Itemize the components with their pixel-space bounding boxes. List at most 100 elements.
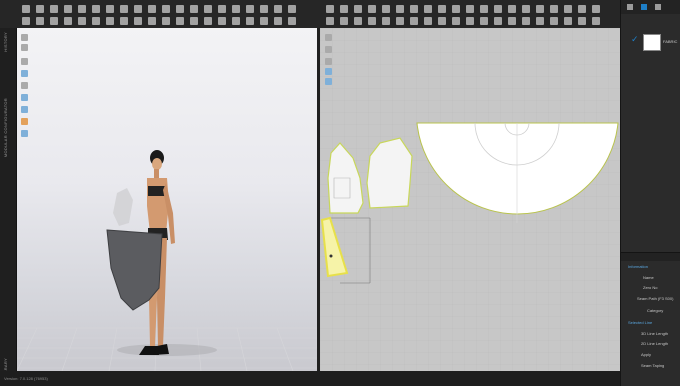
toolbar-tool-5-icon[interactable] xyxy=(78,5,86,13)
toolbar-tool-24-icon[interactable] xyxy=(368,5,376,13)
toolbar-row2-tool-12-icon[interactable] xyxy=(176,17,184,25)
3d-tool-8-icon[interactable] xyxy=(21,118,28,125)
toolbar-row2-tool-3-icon[interactable] xyxy=(50,17,58,25)
toolbar-row2-tool-20-icon[interactable] xyxy=(288,17,296,25)
toolbar-row2-tool-39-icon[interactable] xyxy=(578,17,586,25)
2d-tool-4-icon[interactable] xyxy=(325,68,332,75)
toolbar-tool-9-icon[interactable] xyxy=(134,5,142,13)
toolbar-tool-32-icon[interactable] xyxy=(480,5,488,13)
toolbar-row2-tool-8-icon[interactable] xyxy=(120,17,128,25)
toolbar-row2-tool-14-icon[interactable] xyxy=(204,17,212,25)
tab-modular-configurator[interactable]: MODULAR CONFIGURATOR xyxy=(3,98,8,157)
toolbar-row2-tool-10-icon[interactable] xyxy=(148,17,156,25)
object-tab-2-icon[interactable] xyxy=(641,4,647,10)
3d-tool-3-icon[interactable] xyxy=(21,58,28,65)
toolbar-tool-25-icon[interactable] xyxy=(382,5,390,13)
tab-history[interactable]: HISTORY xyxy=(3,32,8,52)
toolbar-tool-29-icon[interactable] xyxy=(438,5,446,13)
section-selected-line[interactable]: Selected Line xyxy=(628,320,652,325)
toolbar-row2-tool-33-icon[interactable] xyxy=(494,17,502,25)
toolbar-tool-38-icon[interactable] xyxy=(564,5,572,13)
toolbar-tool-33-icon[interactable] xyxy=(494,5,502,13)
toolbar-row2-tool-5-icon[interactable] xyxy=(78,17,86,25)
toolbar-tool-11-icon[interactable] xyxy=(162,5,170,13)
toolbar-tool-6-icon[interactable] xyxy=(92,5,100,13)
toolbar-tool-36-icon[interactable] xyxy=(536,5,544,13)
toolbar-tool-14-icon[interactable] xyxy=(204,5,212,13)
toolbar-row2-tool-15-icon[interactable] xyxy=(218,17,226,25)
toolbar-tool-12-icon[interactable] xyxy=(176,5,184,13)
toolbar-tool-16-icon[interactable] xyxy=(232,5,240,13)
2d-pattern-viewport[interactable] xyxy=(320,28,620,371)
toolbar-row2-tool-21-icon[interactable] xyxy=(326,17,334,25)
toolbar-tool-19-icon[interactable] xyxy=(274,5,282,13)
toolbar-tool-1-icon[interactable] xyxy=(22,5,30,13)
toolbar-tool-21-icon[interactable] xyxy=(326,5,334,13)
toolbar-row2-tool-22-icon[interactable] xyxy=(340,17,348,25)
toolbar-row2-tool-26-icon[interactable] xyxy=(396,17,404,25)
toolbar-tool-13-icon[interactable] xyxy=(190,5,198,13)
toolbar-row2-tool-29-icon[interactable] xyxy=(438,17,446,25)
toolbar-row2-tool-34-icon[interactable] xyxy=(508,17,516,25)
toolbar-row2-tool-28-icon[interactable] xyxy=(424,17,432,25)
toolbar-row2-tool-7-icon[interactable] xyxy=(106,17,114,25)
toolbar-tool-3-icon[interactable] xyxy=(50,5,58,13)
toolbar-tool-2-icon[interactable] xyxy=(36,5,44,13)
3d-tool-5-icon[interactable] xyxy=(21,82,28,89)
toolbar-tool-35-icon[interactable] xyxy=(522,5,530,13)
3d-tool-6-icon[interactable] xyxy=(21,94,28,101)
toolbar-row2-tool-40-icon[interactable] xyxy=(592,17,600,25)
toolbar-tool-4-icon[interactable] xyxy=(64,5,72,13)
2d-tool-2-icon[interactable] xyxy=(325,46,332,53)
object-tab-3-icon[interactable] xyxy=(655,4,661,10)
toolbar-row2-tool-38-icon[interactable] xyxy=(564,17,572,25)
toolbar-row2-tool-2-icon[interactable] xyxy=(36,17,44,25)
3d-tool-4-icon[interactable] xyxy=(21,70,28,77)
toolbar-tool-17-icon[interactable] xyxy=(246,5,254,13)
3d-tool-9-icon[interactable] xyxy=(21,130,28,137)
toolbar-tool-23-icon[interactable] xyxy=(354,5,362,13)
object-tab-1-icon[interactable] xyxy=(627,4,633,10)
toolbar-row2-tool-11-icon[interactable] xyxy=(162,17,170,25)
toolbar-row2-tool-30-icon[interactable] xyxy=(452,17,460,25)
3d-tool-2-icon[interactable] xyxy=(21,44,28,51)
2d-tool-5-icon[interactable] xyxy=(325,78,332,85)
toolbar-tool-40-icon[interactable] xyxy=(592,5,600,13)
toolbar-tool-15-icon[interactable] xyxy=(218,5,226,13)
toolbar-row2-tool-23-icon[interactable] xyxy=(354,17,362,25)
toolbar-row2-tool-17-icon[interactable] xyxy=(246,17,254,25)
toolbar-row2-tool-31-icon[interactable] xyxy=(466,17,474,25)
3d-tool-7-icon[interactable] xyxy=(21,106,28,113)
2d-tool-3-icon[interactable] xyxy=(325,58,332,65)
fabric-item[interactable]: ✓ FABRIC xyxy=(631,34,679,51)
toolbar-tool-26-icon[interactable] xyxy=(396,5,404,13)
toolbar-tool-7-icon[interactable] xyxy=(106,5,114,13)
toolbar-row2-tool-36-icon[interactable] xyxy=(536,17,544,25)
toolbar-row2-tool-32-icon[interactable] xyxy=(480,17,488,25)
toolbar-tool-30-icon[interactable] xyxy=(452,5,460,13)
toolbar-row2-tool-24-icon[interactable] xyxy=(368,17,376,25)
prop-seam-path[interactable]: Seam Path (F3 S00) xyxy=(637,296,673,301)
toolbar-row2-tool-13-icon[interactable] xyxy=(190,17,198,25)
toolbar-row2-tool-1-icon[interactable] xyxy=(22,17,30,25)
3d-viewport[interactable] xyxy=(17,28,317,371)
toolbar-tool-22-icon[interactable] xyxy=(340,5,348,13)
toolbar-tool-20-icon[interactable] xyxy=(288,5,296,13)
toolbar-row2-tool-19-icon[interactable] xyxy=(274,17,282,25)
toolbar-row2-tool-4-icon[interactable] xyxy=(64,17,72,25)
toolbar-row2-tool-18-icon[interactable] xyxy=(260,17,268,25)
toolbar-tool-27-icon[interactable] xyxy=(410,5,418,13)
toolbar-tool-37-icon[interactable] xyxy=(550,5,558,13)
toolbar-tool-8-icon[interactable] xyxy=(120,5,128,13)
toolbar-tool-34-icon[interactable] xyxy=(508,5,516,13)
toolbar-row2-tool-9-icon[interactable] xyxy=(134,17,142,25)
toolbar-tool-31-icon[interactable] xyxy=(466,5,474,13)
toolbar-row2-tool-6-icon[interactable] xyxy=(92,17,100,25)
toolbar-tool-18-icon[interactable] xyxy=(260,5,268,13)
toolbar-tool-28-icon[interactable] xyxy=(424,5,432,13)
toolbar-tool-10-icon[interactable] xyxy=(148,5,156,13)
toolbar-row2-tool-27-icon[interactable] xyxy=(410,17,418,25)
toolbar-row2-tool-25-icon[interactable] xyxy=(382,17,390,25)
toolbar-tool-39-icon[interactable] xyxy=(578,5,586,13)
prop-apply[interactable]: Apply xyxy=(641,352,651,357)
